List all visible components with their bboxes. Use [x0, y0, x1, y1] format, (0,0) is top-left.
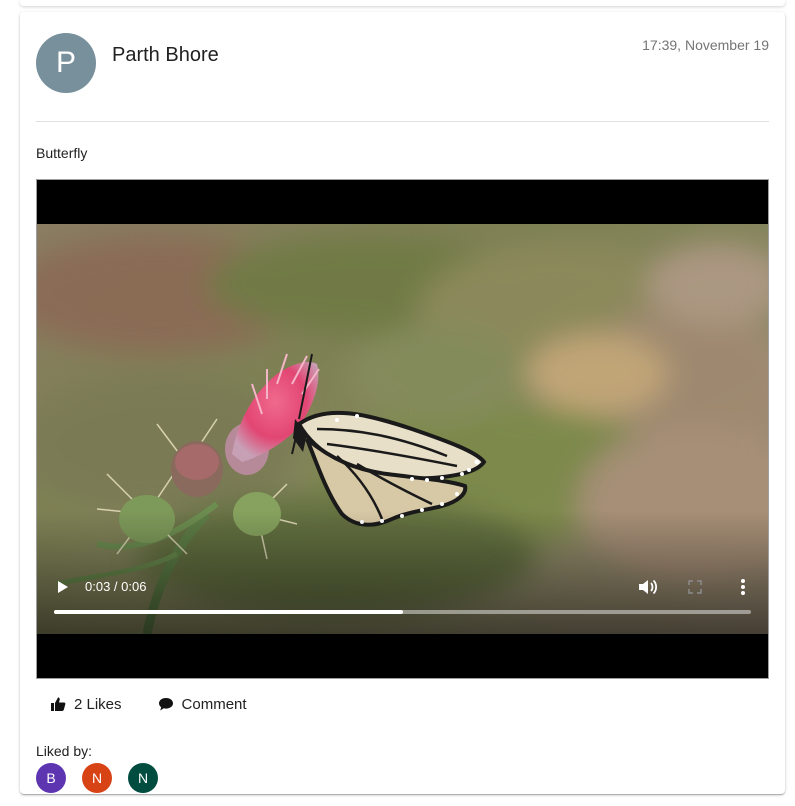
more-vertical-icon[interactable] [737, 577, 749, 597]
post-timestamp: 17:39, November 19 [642, 37, 769, 53]
like-button[interactable]: 2 Likes [36, 692, 138, 716]
video-progress-bar[interactable] [54, 610, 751, 614]
comment-icon [158, 698, 173, 711]
liked-by-label: Liked by: [36, 743, 93, 759]
comment-label: Comment [181, 695, 247, 713]
header-divider [36, 121, 769, 122]
likes-label: 2 Likes [74, 695, 122, 713]
liker-avatar[interactable]: N [82, 763, 112, 793]
video-time: 0:03 / 0:06 [85, 579, 147, 594]
controls-overlay [37, 510, 768, 634]
liker-avatar[interactable]: N [128, 763, 158, 793]
play-icon[interactable] [55, 579, 71, 595]
post-text: Butterfly [36, 145, 88, 161]
author-avatar: P [36, 33, 96, 93]
comment-button[interactable]: Comment [142, 692, 263, 716]
volume-icon[interactable] [637, 577, 659, 597]
likers-list: BNN [36, 763, 174, 793]
post-card: P Parth Bhore 17:39, November 19 Butterf… [20, 12, 785, 794]
post-actions: 2 Likes Comment [36, 692, 263, 716]
thumb-up-icon [51, 697, 66, 711]
fullscreen-icon[interactable] [687, 579, 703, 595]
author-name: Parth Bhore [112, 44, 219, 66]
video-player[interactable]: 0:03 / 0:06 [36, 179, 769, 679]
video-progress-fill [54, 610, 403, 614]
author-avatar-initial: P [55, 46, 76, 79]
previous-card-edge [20, 0, 785, 6]
liker-avatar[interactable]: B [36, 763, 66, 793]
